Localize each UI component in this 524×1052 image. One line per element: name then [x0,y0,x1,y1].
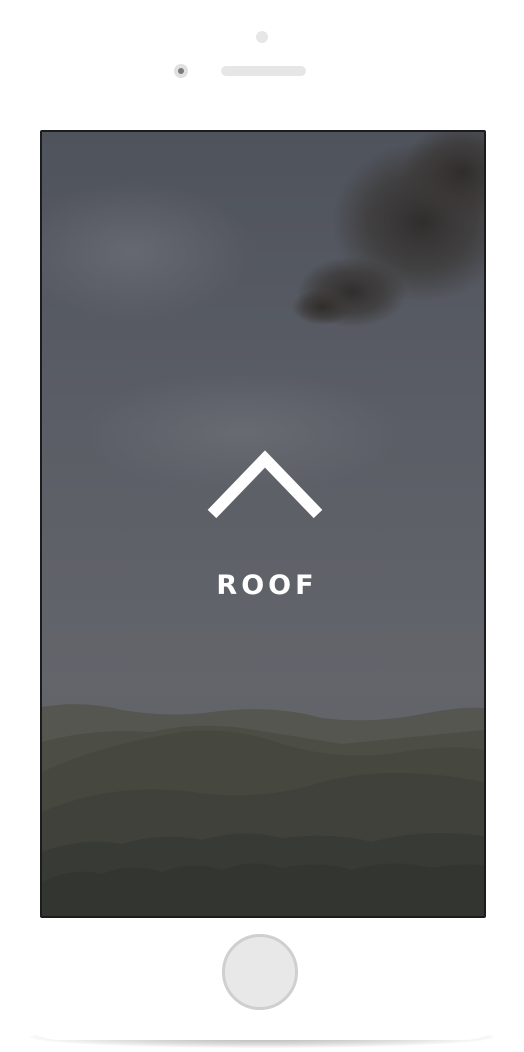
front-camera-icon [256,31,268,43]
landscape-background-image [42,132,484,916]
roof-label: ROOF [216,570,318,601]
home-button[interactable] [222,934,298,1010]
proximity-sensor-icon [174,64,188,78]
phone-frame: ROOF [0,0,524,1040]
earpiece-speaker-icon [221,66,306,76]
phone-screen: ROOF [40,130,486,918]
roof-chevron-icon [207,450,323,519]
